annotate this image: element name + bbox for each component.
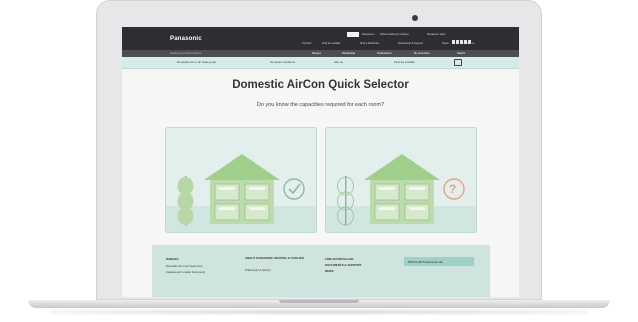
house-illustration [177,154,305,226]
laptop-shadow [50,309,588,315]
page-title: Domestic AirCon Quick Selector [232,79,409,91]
question-mark: ? [449,182,457,196]
util-proclub[interactable]: ProClub [302,42,311,45]
menu-residential[interactable]: Residential [342,52,355,55]
footer-link[interactable]: Philosophy & History [245,268,271,272]
camera-icon [412,15,418,21]
top-link-about[interactable]: About Heating & Cooling [380,33,408,36]
footer-heading-about: ABOUT PANASONIC HEATING & COOLING [245,256,304,260]
search-input[interactable] [347,32,359,37]
tree-icon [177,176,194,226]
tab-domestic[interactable]: Domestic air to air heat pump [177,60,216,64]
top-link-newsroom[interactable]: Newsroom [362,33,374,36]
proclub-label: PROCLUB Professional site [408,260,443,264]
browser-screen: Panasonic Newsroom About Heating & Cooli… [122,27,519,297]
proclub-button[interactable]: PROCLUB Professional site [404,257,474,266]
menu-search[interactable]: Search [457,52,465,55]
main-menu-bar: Heating & cooling solutions Ranges Resid… [122,50,519,57]
section-tabs: Domestic air to air heat pump Compare so… [122,57,519,69]
option-card-unknown[interactable]: ? [325,127,477,233]
footer-link[interactable]: Aquarea air to water heat pump [166,270,205,274]
tree-icon [337,176,354,226]
footer-heading-ranges: RANGES [166,257,179,261]
printer-icon[interactable] [454,59,462,66]
footer-link-news[interactable]: NEWS [325,269,334,273]
country-flags[interactable] [452,31,478,44]
util-news[interactable]: News [442,42,449,45]
util-find-distributor[interactable]: Find a distributor [360,42,379,45]
tab-compare[interactable]: Compare solutions [270,60,295,64]
site-header: Panasonic Newsroom About Heating & Cooli… [122,27,519,50]
check-icon [283,178,305,200]
util-downloads[interactable]: Downloads & Support [398,42,423,45]
footer-link[interactable]: Domestic air to air heat pump [166,264,203,268]
util-contact[interactable]: Contact us [462,42,474,45]
menu-ranges[interactable]: Ranges [312,52,321,55]
menu-professional[interactable]: Professional [377,52,391,55]
tab-find-installer[interactable]: Find an installer [394,60,415,64]
tab-ask-us[interactable]: Ask us [334,60,343,64]
footer-link-documents[interactable]: DOCUMENTS & SUPPORT [325,263,361,267]
sub-left-label[interactable]: Heating & cooling solutions [170,52,201,55]
option-card-known[interactable] [165,127,317,233]
house-illustration [337,154,465,226]
site-footer: RANGES Domestic air to air heat pump Aqu… [152,245,490,297]
page-subtitle: Do you know the capacities required for … [256,102,385,108]
brand-logo[interactable]: Panasonic [170,36,202,42]
util-find-installer[interactable]: Find an installer [322,42,340,45]
menu-favourites[interactable]: My favourites [414,52,429,55]
laptop-notch [279,300,359,303]
top-link-sites[interactable]: Panasonic sites [427,33,445,36]
footer-heading-installer[interactable]: FIND AN INSTALLER [325,257,353,261]
